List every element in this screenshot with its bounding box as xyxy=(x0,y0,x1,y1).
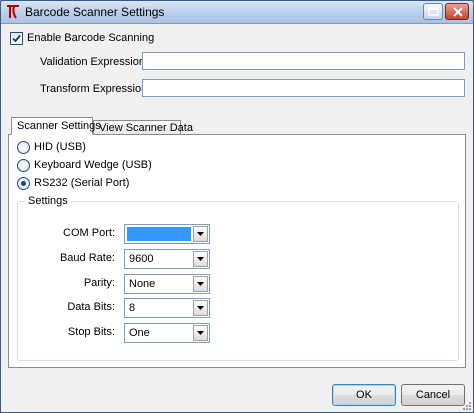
radio-hid-usb[interactable] xyxy=(17,141,30,154)
baud-rate-dropdown-button[interactable] xyxy=(193,251,208,267)
dropdown-arrow-icon xyxy=(197,306,204,310)
settings-group-title: Settings xyxy=(25,195,71,207)
com-port-label: COM Port: xyxy=(63,227,115,239)
stop-bits-label: Stop Bits: xyxy=(67,326,115,338)
ok-button[interactable]: OK xyxy=(332,384,396,406)
transform-expression-label: Transform Expression xyxy=(40,83,148,95)
parity-value: None xyxy=(129,278,156,290)
stop-bits-select[interactable]: One xyxy=(124,323,210,343)
validation-expression-input[interactable] xyxy=(142,52,465,70)
restore-button[interactable] xyxy=(423,3,443,20)
window-title: Barcode Scanner Settings xyxy=(25,5,165,19)
com-port-value xyxy=(127,227,191,241)
baud-rate-select[interactable]: 9600 xyxy=(124,249,210,269)
app-logo-icon xyxy=(7,5,19,19)
parity-select[interactable]: None xyxy=(124,274,210,294)
com-port-select[interactable] xyxy=(124,224,210,244)
data-bits-label: Data Bits: xyxy=(67,301,115,313)
baud-rate-label: Baud Rate: xyxy=(59,252,115,264)
checkmark-icon xyxy=(12,34,21,43)
dropdown-arrow-icon xyxy=(197,282,204,286)
parity-label: Parity: xyxy=(83,277,115,289)
close-button[interactable] xyxy=(445,3,469,20)
radio-hid-usb-label[interactable]: HID (USB) xyxy=(34,141,86,153)
settings-window: Barcode Scanner Settings Enable Barcode … xyxy=(0,0,474,413)
stop-bits-dropdown-button[interactable] xyxy=(193,325,208,341)
radio-selected-dot xyxy=(21,181,26,186)
restore-icon xyxy=(428,7,439,16)
data-bits-select[interactable]: 8 xyxy=(124,298,210,318)
enable-scanning-checkbox[interactable] xyxy=(10,32,23,45)
radio-rs232-label[interactable]: RS232 (Serial Port) xyxy=(34,177,129,189)
radio-keyboard-wedge-label[interactable]: Keyboard Wedge (USB) xyxy=(34,159,152,171)
dropdown-arrow-icon xyxy=(197,331,204,335)
transform-expression-input[interactable] xyxy=(142,79,465,97)
baud-rate-value: 9600 xyxy=(129,253,154,265)
radio-rs232[interactable] xyxy=(17,177,30,190)
data-bits-value: 8 xyxy=(129,302,136,314)
com-port-dropdown-button[interactable] xyxy=(193,226,208,242)
cancel-button[interactable]: Cancel xyxy=(401,384,465,406)
data-bits-dropdown-button[interactable] xyxy=(193,300,208,316)
validation-expression-label: Validation Expression xyxy=(40,56,145,68)
enable-scanning-label[interactable]: Enable Barcode Scanning xyxy=(27,32,154,44)
close-icon xyxy=(453,7,463,17)
tab-view-scanner-data[interactable]: View Scanner Data xyxy=(93,120,193,135)
radio-keyboard-wedge[interactable] xyxy=(17,159,30,172)
parity-dropdown-button[interactable] xyxy=(193,276,208,292)
dropdown-arrow-icon xyxy=(197,232,204,236)
tab-scanner-settings[interactable]: Scanner Settings xyxy=(11,117,101,135)
resize-grip-icon[interactable] xyxy=(461,400,471,410)
dropdown-arrow-icon xyxy=(197,257,204,261)
title-bar[interactable]: Barcode Scanner Settings xyxy=(1,1,473,24)
stop-bits-value: One xyxy=(129,327,150,339)
